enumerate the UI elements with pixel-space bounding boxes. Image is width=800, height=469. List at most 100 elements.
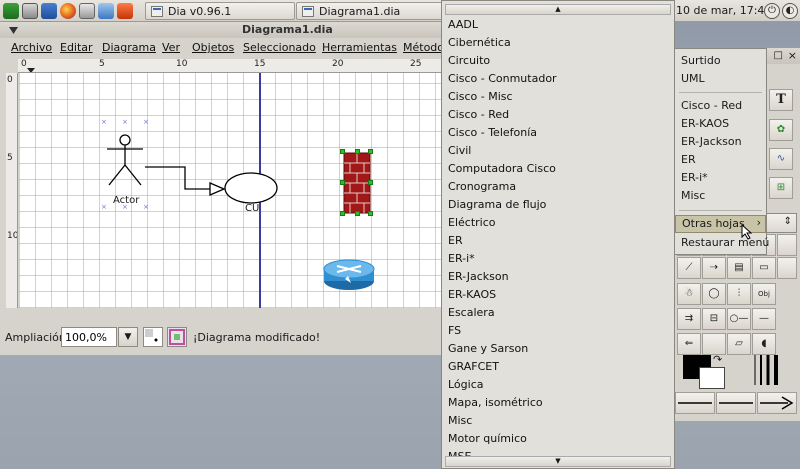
horizontal-scrollbar[interactable] — [6, 308, 442, 316]
zoom-dropdown-button[interactable]: ▼ — [118, 327, 138, 347]
sheet-list-item[interactable]: Cronograma — [442, 178, 674, 196]
sheet-list-item[interactable]: Diagrama de flujo — [442, 196, 674, 214]
uml-state-tool[interactable]: ◖ — [752, 333, 776, 355]
sheet-list-item[interactable]: FS — [442, 322, 674, 340]
sheet-list-item[interactable]: ER-KAOS — [442, 286, 674, 304]
uml-message-tool[interactable]: ⇉ — [677, 308, 701, 330]
uml-small-package-tool[interactable] — [702, 333, 726, 355]
text-tool-button[interactable]: T — [769, 89, 793, 111]
actor-label[interactable]: Actor — [113, 195, 139, 206]
submenu-item-surtido[interactable]: Surtido — [675, 53, 766, 71]
router-shape[interactable] — [323, 259, 375, 290]
background-color-swatch[interactable] — [699, 367, 725, 389]
sheet-list-item[interactable]: Escalera — [442, 304, 674, 322]
uml-dependency-tool[interactable]: ⇢ — [702, 257, 726, 279]
uml-tool-button[interactable] — [777, 234, 797, 256]
sheet-list-item[interactable]: Lógica — [442, 376, 674, 394]
sheet-list-item[interactable]: Gane y Sarson — [442, 340, 674, 358]
sheet-list-item[interactable]: Eléctrico — [442, 214, 674, 232]
snap-to-grid-toggle[interactable] — [143, 327, 163, 347]
selection-handle[interactable] — [368, 149, 373, 154]
sheet-list-item[interactable]: Circuito — [442, 52, 674, 70]
selection-handle[interactable] — [355, 211, 360, 216]
snap-to-points-toggle[interactable] — [167, 327, 187, 347]
sheet-list-item[interactable]: Cibernética — [442, 34, 674, 52]
sheet-list-item[interactable]: ER-i* — [442, 250, 674, 268]
selection-handle[interactable] — [355, 149, 360, 154]
uml-realizes-tool[interactable]: — — [752, 308, 776, 330]
uml-note-tool[interactable]: ▭ — [752, 257, 776, 279]
menu-ver[interactable]: Ver — [162, 41, 180, 54]
sheet-list-item[interactable]: Cisco - Telefonía — [442, 124, 674, 142]
selection-handle[interactable] — [368, 180, 373, 185]
menu-seleccionado[interactable]: Seleccionado — [243, 41, 316, 54]
submenu-item-cisco-red[interactable]: Cisco - Red — [675, 98, 766, 116]
usecase-label[interactable]: CU — [245, 203, 259, 214]
sheet-list-item[interactable]: Misc — [442, 412, 674, 430]
menu-herramientas[interactable]: Herramientas — [322, 41, 397, 54]
menu-archivo[interactable]: Archivo — [11, 41, 52, 54]
sheet-list-item[interactable]: Cisco - Red — [442, 106, 674, 124]
taskbar-dia-toolbox[interactable]: Dia v0.96.1 — [145, 2, 295, 20]
polyline-tool-button[interactable]: ⊞ — [769, 177, 793, 199]
image-tool-button[interactable]: ✿ — [769, 119, 793, 141]
uml-lifeline-tool[interactable]: ⫶ — [727, 283, 751, 305]
panel-clock[interactable]: 10 de mar, 17:40 — [676, 4, 771, 17]
selection-handle[interactable] — [340, 211, 345, 216]
taskbar-diagram-window[interactable]: Diagrama1.dia — [296, 2, 446, 20]
submenu-item-uml[interactable]: UML — [675, 71, 766, 89]
sheet-list-item[interactable]: AADL — [442, 16, 674, 34]
line-width-selector[interactable] — [751, 353, 781, 387]
zoom-input[interactable] — [61, 327, 117, 347]
scroll-down-button[interactable]: ▼ — [445, 456, 671, 467]
diagram-canvas[interactable]: × × × × × × Actor CU — [19, 73, 442, 308]
selection-handle[interactable] — [340, 149, 345, 154]
firefox-icon[interactable] — [60, 3, 76, 19]
sheet-list-item[interactable]: Computadora Cisco — [442, 160, 674, 178]
selection-handle[interactable] — [368, 211, 373, 216]
user-switch-icon[interactable]: ◐ — [782, 3, 798, 19]
close-icon[interactable]: × — [788, 49, 797, 62]
uml-object-tool[interactable]: Obj — [752, 283, 776, 305]
uml-constraint-tool[interactable]: ⇐ — [677, 333, 701, 355]
bezier-tool-button[interactable]: ∿ — [769, 148, 793, 170]
uml-extra-tool[interactable] — [777, 257, 797, 279]
uml-component-tool[interactable]: ⊟ — [702, 308, 726, 330]
window-menu-icon[interactable] — [9, 26, 18, 35]
uml-association-tool[interactable]: ⟋ — [677, 257, 701, 279]
terminal-icon[interactable] — [79, 3, 95, 19]
usecase-ellipse[interactable] — [224, 172, 278, 204]
power-icon[interactable]: ⏻ — [764, 3, 780, 19]
submenu-item-er-i[interactable]: ER-i* — [675, 170, 766, 188]
sheet-list-item[interactable]: GRAFCET — [442, 358, 674, 376]
actor-figure[interactable] — [107, 134, 143, 186]
sheet-list-item[interactable]: ER — [442, 232, 674, 250]
menu-diagrama[interactable]: Diagrama — [102, 41, 156, 54]
uml-interface-tool[interactable]: ○— — [727, 308, 751, 330]
submenu-item-misc[interactable]: Misc — [675, 188, 766, 206]
association-line[interactable] — [145, 166, 226, 196]
menu-editar[interactable]: Editar — [60, 41, 93, 54]
uml-node-tool[interactable]: ▱ — [727, 333, 751, 355]
vertical-ruler[interactable]: 0 5 10 — [6, 73, 18, 308]
horizontal-ruler[interactable]: 0 5 10 15 20 25 — [18, 59, 442, 73]
firewall-shape[interactable] — [343, 152, 371, 214]
sheet-list-item[interactable]: Civil — [442, 142, 674, 160]
uml-actor-tool[interactable]: ☃ — [677, 283, 701, 305]
line-style-selector[interactable] — [716, 392, 756, 414]
submenu-item-er[interactable]: ER — [675, 152, 766, 170]
uml-class-tool[interactable]: ▤ — [727, 257, 751, 279]
selection-handle[interactable] — [340, 180, 345, 185]
scroll-up-button[interactable]: ▲ — [445, 4, 671, 15]
computer-icon[interactable] — [22, 3, 38, 19]
submenu-item-er-kaos[interactable]: ER-KAOS — [675, 116, 766, 134]
browser-icon[interactable] — [41, 3, 57, 19]
applications-menu-icon[interactable] — [3, 3, 19, 19]
sheet-list-item[interactable]: Cisco - Misc — [442, 88, 674, 106]
mail-icon[interactable] — [98, 3, 114, 19]
sheet-list-item[interactable]: Mapa, isométrico — [442, 394, 674, 412]
maximize-icon[interactable]: □ — [774, 50, 783, 61]
swap-colors-icon[interactable]: ↷ — [713, 353, 722, 366]
uml-usecase-tool[interactable]: ◯ — [702, 283, 726, 305]
menu-metodo[interactable]: Método — [403, 41, 444, 54]
